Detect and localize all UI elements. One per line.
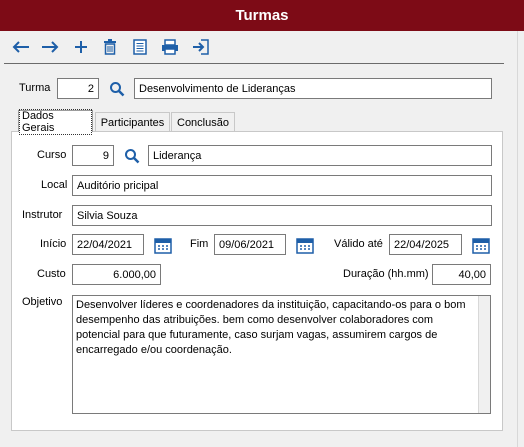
local-label: Local xyxy=(41,179,68,191)
toolbar-divider xyxy=(4,63,504,64)
search-icon xyxy=(110,82,125,97)
arrow-right-icon xyxy=(42,41,59,53)
report-icon xyxy=(133,39,147,55)
tab-dados-gerais[interactable]: Dados Gerais xyxy=(18,108,93,135)
previous-button[interactable] xyxy=(9,35,33,59)
window-title-bar: Turmas xyxy=(0,0,524,31)
turma-label: Turma xyxy=(19,82,51,94)
instrutor-field[interactable]: Silvia Souza xyxy=(72,205,492,226)
instrutor-value: Silvia Souza xyxy=(77,209,138,222)
exit-button[interactable] xyxy=(189,35,213,59)
valido-date-value: 22/04/2025 xyxy=(394,238,450,251)
search-icon xyxy=(125,149,140,164)
calendar-icon xyxy=(154,237,172,254)
objetivo-textarea[interactable]: Desenvolver líderes e coordenadores da i… xyxy=(72,295,491,414)
tab-conclusao[interactable]: Conclusão xyxy=(171,112,235,132)
curso-name-value: Liderança xyxy=(153,149,202,162)
custo-label: Custo xyxy=(37,268,66,280)
fim-label: Fim xyxy=(190,238,209,250)
curso-number-field[interactable]: 9 xyxy=(72,145,114,166)
fim-date-field[interactable]: 09/06/2021 xyxy=(214,234,286,255)
exit-icon xyxy=(193,39,209,55)
toolbar xyxy=(0,31,524,62)
objetivo-scrollbar[interactable] xyxy=(478,296,490,413)
duracao-field[interactable]: 40,00 xyxy=(432,264,491,285)
tab-dados-gerais-label: Dados Gerais xyxy=(19,108,92,135)
objetivo-label: Objetivo xyxy=(22,296,63,308)
custo-field[interactable]: 6.000,00 xyxy=(72,264,161,285)
calendar-icon xyxy=(472,237,490,254)
valido-calendar-button[interactable] xyxy=(471,235,491,255)
inicio-label: Início xyxy=(40,238,67,250)
window-title: Turmas xyxy=(235,7,289,24)
inicio-date-field[interactable]: 22/04/2021 xyxy=(72,234,144,255)
print-button[interactable] xyxy=(158,35,182,59)
curso-label: Curso xyxy=(37,149,67,161)
trash-icon xyxy=(104,39,116,55)
delete-button[interactable] xyxy=(98,35,122,59)
turma-name-value: Desenvolvimento de Lideranças xyxy=(139,82,296,95)
duracao-value: 40,00 xyxy=(458,268,486,281)
duracao-label: Duração (hh.mm) xyxy=(343,268,429,280)
add-button[interactable] xyxy=(69,35,93,59)
turma-name-field[interactable]: Desenvolvimento de Lideranças xyxy=(134,78,492,99)
curso-name-field[interactable]: Liderança xyxy=(148,145,492,166)
arrow-left-icon xyxy=(12,41,29,53)
tab-conclusao-label: Conclusão xyxy=(177,116,229,129)
inicio-calendar-button[interactable] xyxy=(153,235,173,255)
fim-date-value: 09/06/2021 xyxy=(219,238,275,251)
inicio-date-value: 22/04/2021 xyxy=(77,238,133,251)
curso-number-value: 9 xyxy=(102,149,109,162)
objetivo-text: Desenvolver líderes e coordenadores da i… xyxy=(76,299,466,356)
turma-number-field[interactable]: 2 xyxy=(57,78,99,99)
next-button[interactable] xyxy=(38,35,62,59)
curso-search-button[interactable] xyxy=(122,146,142,166)
plus-icon xyxy=(75,41,87,53)
tab-participantes[interactable]: Participantes xyxy=(95,112,170,132)
custo-value: 6.000,00 xyxy=(113,268,156,281)
instrutor-label: Instrutor xyxy=(22,209,63,221)
valido-date-field[interactable]: 22/04/2025 xyxy=(389,234,462,255)
turma-search-button[interactable] xyxy=(107,79,127,99)
local-field[interactable]: Auditório pricipal xyxy=(72,175,492,196)
calendar-icon xyxy=(296,237,314,254)
turma-number-value: 2 xyxy=(87,82,94,95)
fim-calendar-button[interactable] xyxy=(295,235,315,255)
tab-participantes-label: Participantes xyxy=(100,116,165,129)
local-value: Auditório pricipal xyxy=(77,179,159,192)
report-button[interactable] xyxy=(128,35,152,59)
window-right-edge xyxy=(517,31,524,447)
valido-label: Válido até xyxy=(334,238,383,250)
printer-icon xyxy=(162,39,178,55)
